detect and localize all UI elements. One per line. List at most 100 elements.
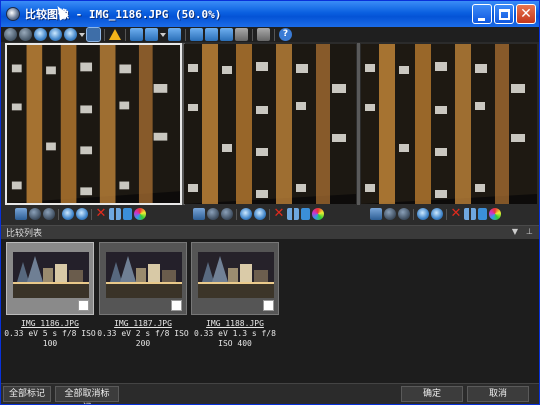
unmark-all-button[interactable]: 全部取消标记	[55, 386, 119, 404]
zoom-out-icon[interactable]	[49, 28, 62, 41]
maximize-button[interactable]	[494, 4, 514, 24]
compare-pane-1[interactable]	[5, 43, 182, 205]
toolbar-divider	[91, 208, 92, 220]
cancel-button[interactable]: 取消	[467, 386, 529, 402]
pane-2-toolbar: ✕	[193, 207, 324, 221]
thumbnail-1[interactable]	[6, 242, 94, 315]
ok-button[interactable]: 确定	[401, 386, 463, 402]
pane-divider[interactable]	[357, 43, 360, 205]
triple-view-icon[interactable]	[220, 28, 233, 41]
panel-icon[interactable]	[168, 28, 181, 41]
title-bar[interactable]: 比较图像 - IMG_1186.JPG (50.0%) ✕	[1, 1, 539, 27]
thumbnail-image	[13, 252, 89, 298]
toolbar-divider	[125, 28, 126, 41]
previous-icon[interactable]	[207, 208, 219, 220]
save-icon[interactable]	[193, 208, 205, 220]
pane-3-toolbar: ✕	[370, 207, 501, 221]
close-button[interactable]: ✕	[516, 4, 536, 24]
photo-building-night	[7, 45, 180, 203]
toolbar-divider	[446, 208, 447, 220]
warning-icon[interactable]	[109, 29, 121, 40]
thumbnail-2-info: IMG_1187.JPG 0.33 eV 2 s f/8 ISO 200	[96, 319, 190, 349]
toolbar-divider	[269, 208, 270, 220]
thumbnail-2[interactable]	[99, 242, 187, 315]
color-icon[interactable]	[489, 208, 501, 220]
thumbnail-image	[106, 252, 182, 298]
dual-view-icon[interactable]	[205, 28, 218, 41]
zoom-in-icon[interactable]	[34, 28, 47, 41]
pin-icon[interactable]: ⊥	[526, 227, 533, 236]
exposure-info: 0.33 eV 5 s f/8 ISO 100	[4, 329, 96, 348]
exposure-info: 0.33 eV 1.3 s f/8 ISO 400	[194, 329, 276, 348]
mark-checkbox[interactable]	[171, 300, 182, 311]
toolbar-divider	[236, 208, 237, 220]
layout-icon[interactable]	[130, 28, 143, 41]
file-name: IMG_1187.JPG	[114, 319, 172, 328]
chevron-down-icon[interactable]	[160, 32, 166, 37]
thumbnail-image	[198, 252, 274, 298]
zoom-out-icon[interactable]	[431, 208, 443, 220]
compare-pane-3[interactable]	[361, 44, 537, 204]
save-icon[interactable]	[15, 208, 27, 220]
delete-icon[interactable]: ✕	[273, 207, 285, 220]
toolbar-divider	[185, 28, 186, 41]
info-icon[interactable]	[301, 208, 310, 220]
zoom-in-icon[interactable]	[62, 208, 74, 220]
zoom-tool-icon[interactable]	[86, 27, 101, 42]
zoom-in-icon[interactable]	[240, 208, 252, 220]
exposure-info: 0.33 eV 2 s f/8 ISO 200	[97, 329, 189, 348]
photo-building-night	[361, 44, 537, 204]
minimize-button[interactable]	[472, 4, 492, 24]
photo-building-night	[184, 44, 356, 204]
compare-pane-2[interactable]	[184, 44, 356, 204]
collapse-icon[interactable]: ▼	[512, 227, 518, 236]
delete-icon[interactable]: ✕	[450, 207, 462, 220]
pane-1-toolbar: ✕	[15, 207, 146, 221]
previous-icon[interactable]	[384, 208, 396, 220]
main-toolbar: ?	[1, 27, 539, 42]
toolbar-divider	[252, 28, 253, 41]
thumbnail-3-info: IMG_1188.JPG 0.33 eV 1.3 s f/8 ISO 400	[188, 319, 282, 349]
mark-checkbox[interactable]	[263, 300, 274, 311]
maximize-icon	[499, 9, 510, 20]
save-icon[interactable]	[370, 208, 382, 220]
grid-icon[interactable]	[109, 208, 121, 220]
info-icon[interactable]	[123, 208, 132, 220]
color-icon[interactable]	[134, 208, 146, 220]
thumbnail-1-info: IMG_1186.JPG 0.33 eV 5 s f/8 ISO 100	[3, 319, 97, 349]
mark-all-button[interactable]: 全部标记	[3, 386, 51, 402]
single-view-icon[interactable]	[190, 28, 203, 41]
footer-bar: 全部标记 全部取消标记 确定 取消	[1, 383, 539, 404]
next-icon[interactable]	[43, 208, 55, 220]
mark-checkbox[interactable]	[78, 300, 89, 311]
next-icon[interactable]	[19, 28, 32, 41]
thumbnail-3[interactable]	[191, 242, 279, 315]
view-mode-icon[interactable]	[145, 28, 158, 41]
previous-icon[interactable]	[4, 28, 17, 41]
next-icon[interactable]	[221, 208, 233, 220]
toolbar-divider	[413, 208, 414, 220]
info-icon[interactable]	[478, 208, 487, 220]
previous-icon[interactable]	[29, 208, 41, 220]
file-name: IMG_1188.JPG	[206, 319, 264, 328]
compare-list-header: 比较列表 ▼ ⊥	[1, 225, 539, 239]
delete-icon[interactable]: ✕	[95, 207, 107, 220]
file-name: IMG_1186.JPG	[21, 319, 79, 328]
help-icon[interactable]: ?	[279, 28, 292, 41]
next-icon[interactable]	[398, 208, 410, 220]
grid-icon[interactable]	[464, 208, 476, 220]
close-icon: ✕	[520, 6, 532, 22]
color-icon[interactable]	[312, 208, 324, 220]
zoom-out-icon[interactable]	[76, 208, 88, 220]
grid-icon[interactable]	[287, 208, 299, 220]
chevron-down-icon[interactable]	[79, 32, 85, 37]
zoom-options-icon[interactable]	[64, 28, 77, 41]
fullscreen-icon[interactable]	[257, 28, 270, 41]
compare-list: IMG_1186.JPG 0.33 eV 5 s f/8 ISO 100 IMG	[1, 239, 539, 383]
toolbar-divider	[58, 208, 59, 220]
minimize-icon	[478, 18, 485, 21]
compare-list-label: 比较列表	[6, 229, 43, 239]
zoom-in-icon[interactable]	[417, 208, 429, 220]
zoom-out-icon[interactable]	[254, 208, 266, 220]
stack-view-icon[interactable]	[235, 28, 248, 41]
